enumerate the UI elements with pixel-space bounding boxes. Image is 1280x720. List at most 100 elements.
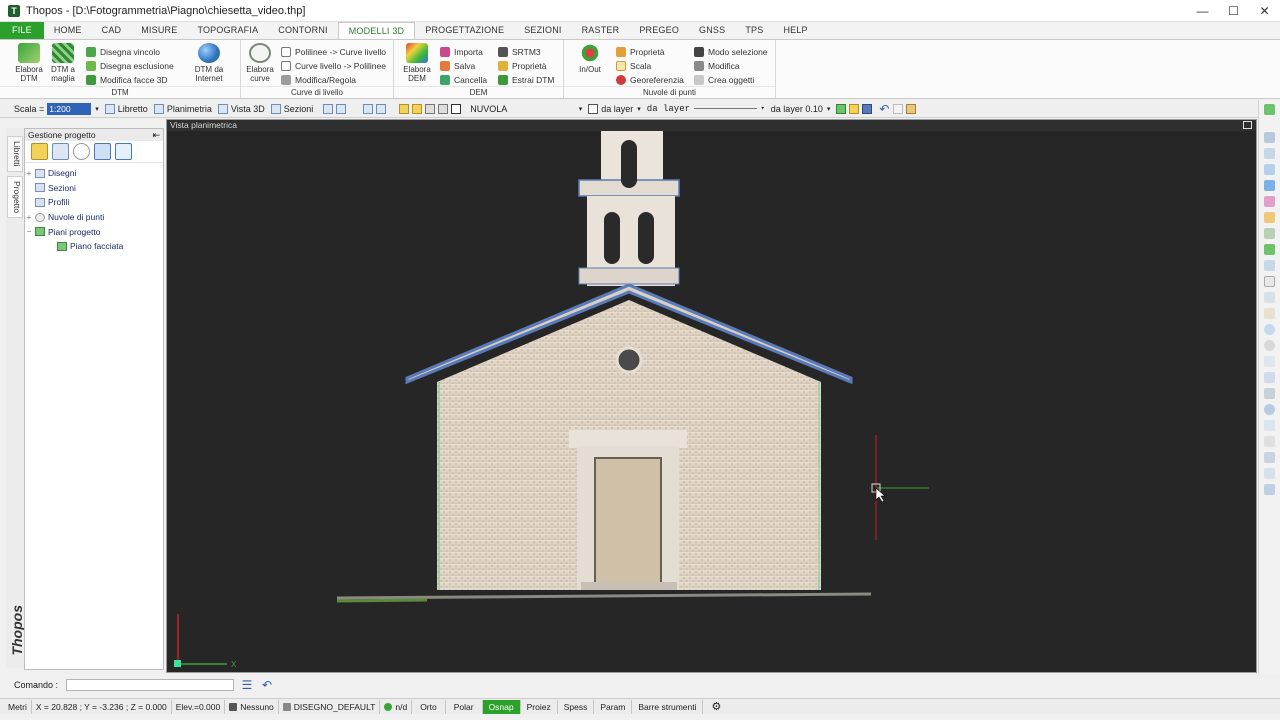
barre-strumenti-toggle[interactable]: Barre strumenti bbox=[632, 699, 704, 714]
nd-indicator[interactable]: n/d bbox=[380, 699, 413, 714]
layer-color-swatch[interactable] bbox=[451, 103, 462, 114]
tab-help[interactable]: HELP bbox=[773, 22, 817, 39]
project-select-icon[interactable] bbox=[52, 143, 69, 160]
new-icon[interactable] bbox=[836, 103, 847, 114]
tree-node-piani-progetto[interactable]: − Piani progetto bbox=[25, 224, 163, 239]
param-toggle[interactable]: Param bbox=[594, 699, 633, 714]
scala-button[interactable]: Scala bbox=[616, 59, 651, 72]
spess-toggle[interactable]: Spess bbox=[558, 699, 595, 714]
right-tool-20-icon[interactable] bbox=[1264, 420, 1275, 431]
tree-node-profili[interactable]: Profili bbox=[25, 195, 163, 210]
maximize-button[interactable]: ☐ bbox=[1218, 0, 1249, 22]
libretto-button[interactable]: Libretto bbox=[104, 103, 148, 114]
lineweight-select[interactable]: da layer 0.10 ▾ bbox=[771, 104, 831, 114]
layer-freeze-icon[interactable] bbox=[376, 103, 387, 114]
command-list-icon[interactable]: ☰ bbox=[240, 678, 254, 692]
minimize-button[interactable]: — bbox=[1187, 0, 1218, 22]
expand-icon[interactable]: + bbox=[25, 169, 33, 178]
layer-list-icon[interactable] bbox=[336, 103, 347, 114]
undo-icon[interactable]: ↶ bbox=[879, 102, 889, 116]
layer-select[interactable]: NUVOLA ▾ bbox=[470, 104, 582, 114]
tree-node-piano-facciata[interactable]: Piano facciata bbox=[25, 239, 163, 254]
expand-icon[interactable]: + bbox=[25, 213, 33, 222]
tab-raster[interactable]: RASTER bbox=[572, 22, 630, 39]
linetype-select[interactable]: da layer ▾ bbox=[647, 104, 765, 114]
open-folder-icon[interactable] bbox=[849, 103, 860, 114]
right-tool-21-icon[interactable] bbox=[1264, 436, 1275, 447]
right-tool-12-icon[interactable] bbox=[1264, 292, 1275, 303]
cancella-button[interactable]: Cancella bbox=[440, 73, 487, 86]
tree-node-disegni[interactable]: + Disegni bbox=[25, 166, 163, 181]
viewport-planimetria[interactable]: Vista planimetrica X bbox=[166, 119, 1257, 673]
layer-state-icon[interactable] bbox=[363, 103, 374, 114]
command-undo-icon[interactable]: ↶ bbox=[260, 678, 274, 692]
right-tool-17-icon[interactable] bbox=[1264, 372, 1275, 383]
right-tool-14-icon[interactable] bbox=[1264, 324, 1275, 335]
right-tool-11-icon[interactable] bbox=[1264, 276, 1275, 287]
elabora-curve-button[interactable]: Elabora curve bbox=[243, 43, 277, 83]
crea-oggetti-button[interactable]: Crea oggetti bbox=[694, 73, 754, 86]
right-tool-3-icon[interactable] bbox=[1264, 148, 1275, 159]
modifica-regola-button[interactable]: Modifica/Regola bbox=[281, 73, 356, 86]
units-indicator[interactable]: Metri bbox=[0, 699, 32, 714]
right-tool-13-icon[interactable] bbox=[1264, 308, 1275, 319]
right-tool-9-icon[interactable] bbox=[1264, 244, 1275, 255]
georeferenzia-button[interactable]: Georeferenzia bbox=[616, 73, 684, 86]
right-tool-18-icon[interactable] bbox=[1264, 388, 1275, 399]
vista3d-button[interactable]: Vista 3D bbox=[217, 103, 265, 114]
bulb-icon[interactable] bbox=[399, 103, 410, 114]
drawing-indicator[interactable]: DISEGNO_DEFAULT bbox=[279, 699, 381, 714]
snap-none-indicator[interactable]: Nessuno bbox=[225, 699, 279, 714]
tree-node-nuvole[interactable]: + Nuvole di punti bbox=[25, 210, 163, 225]
dem-proprieta-button[interactable]: Proprietà bbox=[498, 59, 547, 72]
elevation-readout[interactable]: Elev.=0.000 bbox=[172, 699, 226, 714]
tab-progetto[interactable]: Progetto bbox=[7, 176, 23, 218]
planimetria-button[interactable]: Planimetria bbox=[153, 103, 212, 114]
polar-toggle[interactable]: Polar bbox=[446, 699, 483, 714]
lock-icon[interactable] bbox=[425, 103, 436, 114]
search-icon[interactable] bbox=[73, 143, 90, 160]
tab-contorni[interactable]: CONTORNI bbox=[268, 22, 337, 39]
right-tool-15-icon[interactable] bbox=[1264, 340, 1275, 351]
tab-libretti[interactable]: Libretti bbox=[7, 136, 23, 172]
right-tool-24-icon[interactable] bbox=[1264, 484, 1275, 495]
curve-polilinee-button[interactable]: Curve livello -> Polilinee bbox=[281, 59, 386, 72]
collapse-icon[interactable]: − bbox=[25, 227, 33, 236]
panel-collapse-icon[interactable]: ⇤ bbox=[152, 129, 160, 141]
osnap-toggle[interactable]: Osnap bbox=[482, 699, 521, 714]
tab-cad[interactable]: CAD bbox=[92, 22, 132, 39]
right-tool-7-icon[interactable] bbox=[1264, 212, 1275, 223]
disegna-vincolo-button[interactable]: Disegna vincolo bbox=[86, 45, 160, 58]
project-edit-icon[interactable] bbox=[31, 143, 48, 160]
importa-button[interactable]: Importa bbox=[440, 45, 483, 58]
tab-topografia[interactable]: TOPOGRAFIA bbox=[187, 22, 268, 39]
nuvole-proprieta-button[interactable]: Proprietà bbox=[616, 45, 665, 58]
copy-icon[interactable] bbox=[893, 103, 904, 114]
scale-input[interactable]: 1:200 bbox=[47, 102, 92, 115]
srtm3-button[interactable]: SRTM3 bbox=[498, 45, 541, 58]
right-tool-10-icon[interactable] bbox=[1264, 260, 1275, 271]
sun-icon[interactable] bbox=[412, 103, 423, 114]
save-disk-icon[interactable] bbox=[862, 103, 873, 114]
chevron-down-icon[interactable]: ▾ bbox=[95, 105, 99, 113]
tab-modelli-3d[interactable]: MODELLI 3D bbox=[337, 22, 416, 39]
right-tool-4-icon[interactable] bbox=[1264, 164, 1275, 175]
refresh-icon[interactable] bbox=[115, 143, 132, 160]
paste-icon[interactable] bbox=[906, 103, 917, 114]
modo-selezione-button[interactable]: Modo selezione bbox=[694, 45, 768, 58]
tab-misure[interactable]: MISURE bbox=[131, 22, 187, 39]
elabora-dem-button[interactable]: Elabora DEM bbox=[400, 43, 434, 83]
tab-tps[interactable]: TPS bbox=[735, 22, 773, 39]
elabora-dtm-button[interactable]: Elabora DTM bbox=[12, 43, 46, 83]
printer-icon[interactable] bbox=[438, 103, 449, 114]
tab-pregeo[interactable]: PREGEO bbox=[629, 22, 689, 39]
tab-home[interactable]: HOME bbox=[44, 22, 92, 39]
tab-file[interactable]: FILE bbox=[0, 22, 44, 39]
proiez-toggle[interactable]: Proiez bbox=[521, 699, 558, 714]
orto-toggle[interactable]: Orto bbox=[412, 699, 446, 714]
dtm-a-maglia-button[interactable]: DTM a maglia bbox=[46, 43, 80, 83]
in-out-button[interactable]: In/Out bbox=[573, 43, 607, 74]
salva-button[interactable]: Salva bbox=[440, 59, 475, 72]
command-input[interactable] bbox=[66, 679, 235, 691]
sync-icon[interactable] bbox=[94, 143, 111, 160]
